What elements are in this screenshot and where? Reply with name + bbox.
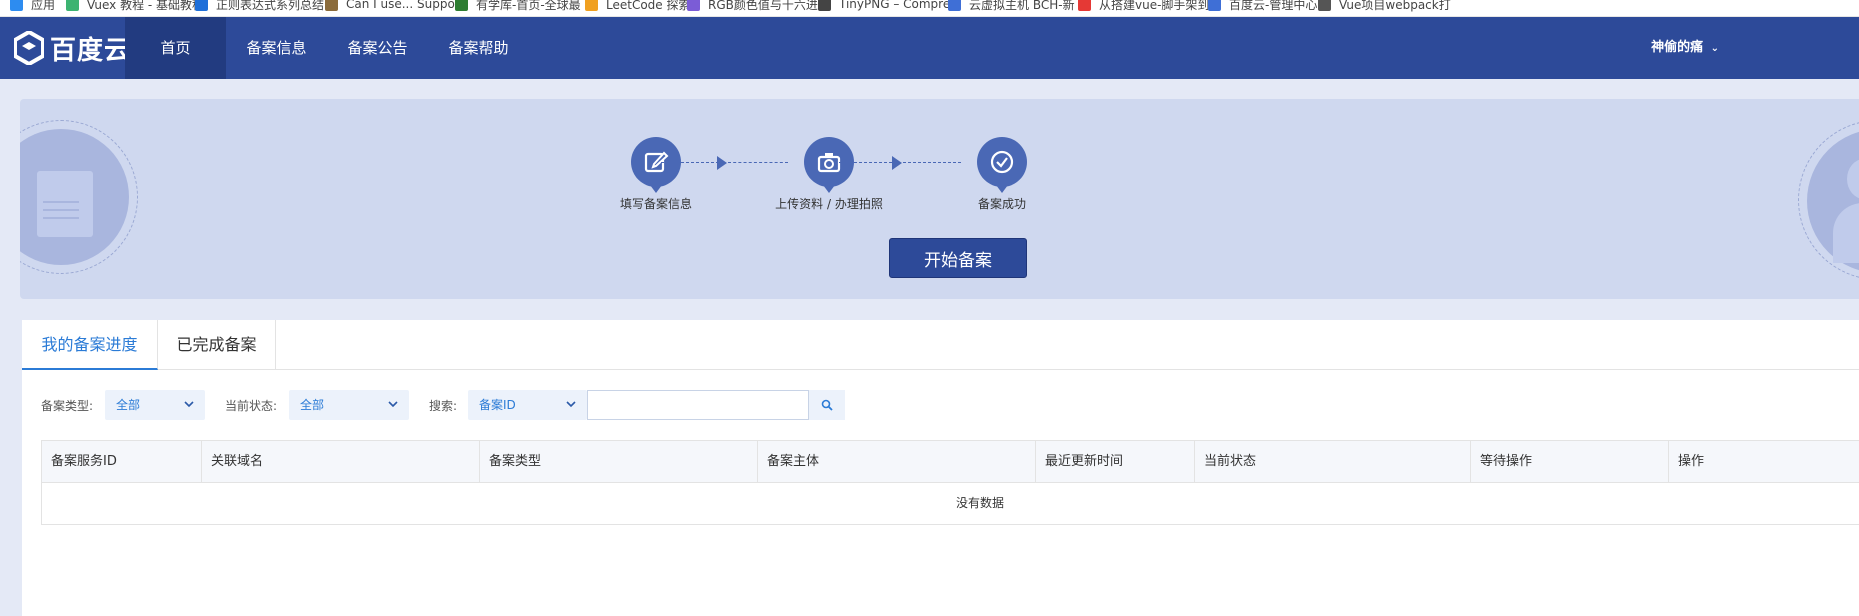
check-icon <box>977 137 1027 193</box>
bookmark-icon <box>1208 0 1221 11</box>
current-status-value: 全部 <box>300 398 325 412</box>
search-label: 搜索: <box>429 399 458 413</box>
filter-bar: 备案类型: 全部 当前状态: 全部 搜索: 备案ID <box>22 390 1022 420</box>
column-header: 操作 <box>1678 454 1705 469</box>
bookmark-item[interactable]: 有学库-首页-全球最 <box>455 0 581 13</box>
logo[interactable]: 百度云 <box>14 30 131 66</box>
document-illustration-icon <box>20 120 138 274</box>
column-header: 备案主体 <box>758 441 1036 482</box>
bookmark-item[interactable]: 百度云-管理中心 <box>1208 0 1317 13</box>
nav-home[interactable]: 首页 <box>125 17 226 79</box>
table-body: 没有数据 <box>42 483 1859 524</box>
step-label: 备案成功 <box>977 197 1026 211</box>
bookmark-item[interactable]: Vuex 教程 - 基础教程 <box>66 0 204 13</box>
tab-bar: 我的备案进度 已完成备案 <box>22 320 1859 370</box>
current-status-select[interactable]: 全部 <box>289 390 409 420</box>
filing-type-select[interactable]: 全部 <box>105 390 205 420</box>
filing-table: 备案服务ID 关联域名 备案类型 备案主体 最近更新时间 当前状态 等待操作 操… <box>41 440 1859 525</box>
nav-filing-announcement[interactable]: 备案公告 <box>327 17 428 79</box>
nav-filing-info[interactable]: 备案信息 <box>226 17 327 79</box>
bookmark-apps[interactable]: 应用 <box>10 0 55 13</box>
bookmark-item[interactable]: RGB颜色值与十六进 <box>687 0 818 13</box>
column-header: 等待操作 <box>1471 441 1669 482</box>
column-header: 当前状态 <box>1195 441 1471 482</box>
bookmark-item[interactable]: LeetCode 探索 <box>585 0 690 13</box>
empty-message: 没有数据 <box>956 496 1005 510</box>
bookmark-item[interactable]: TinyPNG – Compre <box>818 0 950 13</box>
tab-my-filing-progress[interactable]: 我的备案进度 <box>22 320 158 370</box>
filing-steps-banner: 填写备案信息 上传资料 / 办理拍照 备案成功 开始备案 <box>20 99 1859 299</box>
search-input[interactable] <box>587 390 809 420</box>
person-illustration-icon <box>1798 120 1859 280</box>
bookmark-icon <box>818 0 831 11</box>
bookmark-icon <box>455 0 468 11</box>
step-connector <box>834 162 892 163</box>
filing-progress-panel: 我的备案进度 已完成备案 备案类型: 全部 当前状态: 全部 搜索: 备案ID … <box>22 320 1859 616</box>
bookmark-icon <box>1078 0 1091 11</box>
bookmark-item[interactable]: 从搭建vue-脚手架到 <box>1078 0 1209 13</box>
bookmark-item[interactable]: 云虚拟主机 BCH-新 <box>948 0 1075 13</box>
start-filing-button[interactable]: 开始备案 <box>889 238 1027 278</box>
baidu-cloud-logo-icon <box>14 31 44 65</box>
bookmark-icon <box>1318 0 1331 11</box>
filing-type-label: 备案类型: <box>41 399 94 413</box>
column-header: 关联域名 <box>202 441 480 482</box>
bookmark-icon <box>585 0 598 11</box>
search-button[interactable] <box>809 390 845 420</box>
search-field-value: 备案ID <box>479 398 516 412</box>
chevron-down-icon <box>388 401 398 408</box>
nav-filing-help[interactable]: 备案帮助 <box>428 17 529 79</box>
bookmarks-bar: 应用 Vuex 教程 - 基础教程 正则表达式系列总结 Can I use...… <box>0 0 1859 17</box>
chevron-down-icon <box>184 401 194 408</box>
username: 神偷的痛 <box>1651 40 1704 55</box>
chevron-down-icon <box>566 401 576 408</box>
step-fill-info: 填写备案信息 <box>576 137 736 212</box>
bookmark-icon <box>325 0 338 11</box>
tab-completed-filings[interactable]: 已完成备案 <box>158 320 276 370</box>
bookmark-item[interactable]: 正则表达式系列总结 <box>195 0 324 13</box>
step-label: 上传资料 / 办理拍照 <box>775 197 883 211</box>
bookmark-icon <box>195 0 208 11</box>
column-header: 备案类型 <box>480 441 758 482</box>
filing-type-value: 全部 <box>116 398 141 412</box>
bookmark-icon <box>66 0 79 11</box>
step-filing-success: 备案成功 <box>922 137 1082 212</box>
bookmark-item[interactable]: Can I use... Support <box>325 0 464 13</box>
column-header: 最近更新时间 <box>1036 441 1195 482</box>
step-upload-photo: 上传资料 / 办理拍照 <box>749 137 909 212</box>
bookmark-icon <box>948 0 961 11</box>
bookmark-item[interactable]: Vue项目webpack打 <box>1318 0 1451 13</box>
top-navigation: 百度云 首页 备案信息 备案公告 备案帮助 神偷的痛 ⌄ <box>0 17 1859 79</box>
bookmark-icon <box>687 0 700 11</box>
step-connector <box>661 162 719 163</box>
search-field-select[interactable]: 备案ID <box>468 390 587 420</box>
logo-text: 百度云 <box>50 35 132 66</box>
arrow-right-icon <box>717 156 727 170</box>
user-menu[interactable]: 神偷的痛 ⌄ <box>1651 17 1719 79</box>
column-header: 备案服务ID <box>42 441 202 482</box>
table-header: 备案服务ID 关联域名 备案类型 备案主体 最近更新时间 当前状态 等待操作 操… <box>42 441 1859 483</box>
search-icon <box>821 399 833 411</box>
arrow-right-icon <box>892 156 902 170</box>
apps-icon <box>10 0 23 11</box>
current-status-label: 当前状态: <box>225 399 278 413</box>
step-label: 填写备案信息 <box>619 197 692 211</box>
chevron-down-icon: ⌄ <box>1710 43 1719 54</box>
